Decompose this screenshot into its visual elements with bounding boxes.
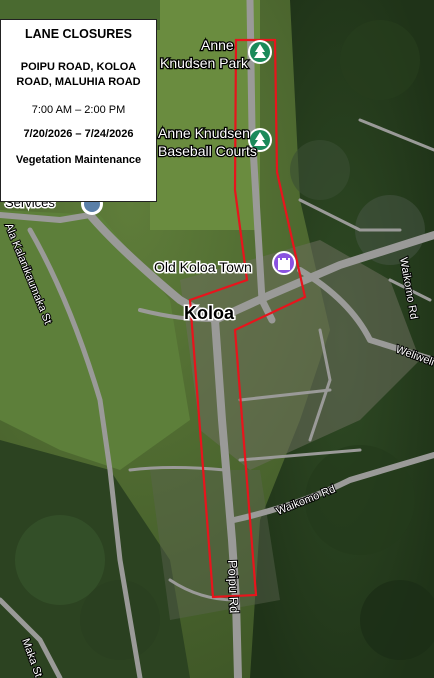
park1-label-line2: Knudsen Park xyxy=(160,55,249,71)
park1-label-line1: Anne xyxy=(201,37,234,53)
park2-label-line1: Anne Knudsen xyxy=(158,125,250,141)
poipu-rd-label: Poipu Rd xyxy=(225,560,242,614)
info-title: LANE CLOSURES xyxy=(25,27,132,41)
koloa-town-label: Koloa xyxy=(184,303,235,323)
park2-label-line2: Baseball Courts xyxy=(158,143,257,159)
info-time: 7:00 AM – 2:00 PM xyxy=(31,104,126,116)
info-roads: POIPU ROAD, KOLOA ROAD, MALUHIA ROAD xyxy=(16,61,141,88)
lane-closure-info-box: LANE CLOSURES POIPU ROAD, KOLOA ROAD, MA… xyxy=(0,19,157,202)
castle-icon[interactable] xyxy=(272,251,296,275)
info-dates: 7/20/2026 – 7/24/2026 xyxy=(23,128,134,140)
old-koloa-town-label: Old Koloa Town xyxy=(154,259,252,275)
info-reason: Vegetation Maintenance xyxy=(15,154,142,166)
tree-icon[interactable] xyxy=(248,40,272,64)
